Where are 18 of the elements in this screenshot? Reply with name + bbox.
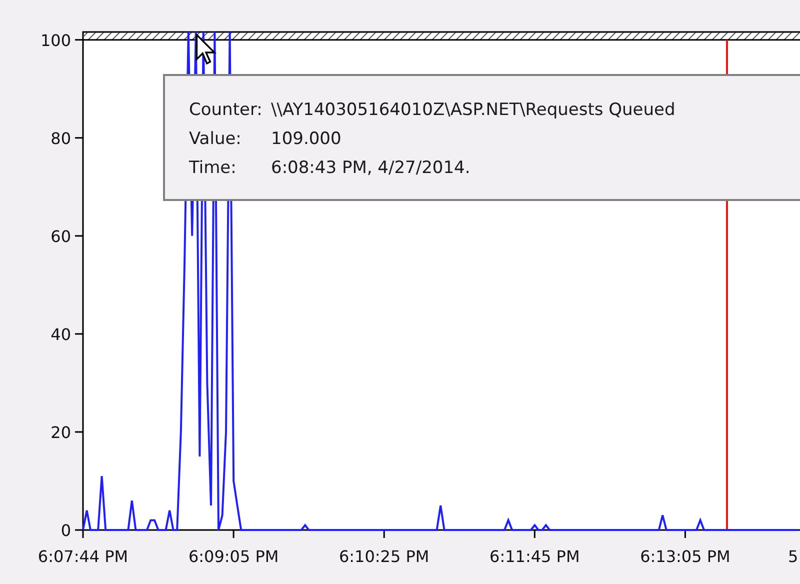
tooltip-label: Time: xyxy=(189,157,238,180)
y-tick-label: 0 xyxy=(60,521,71,540)
x-tick-label: 6:07:44 PM xyxy=(38,547,128,566)
x-tick-label: 6:11:45 PM xyxy=(490,547,580,566)
y-tick-label: 40 xyxy=(50,324,71,344)
tooltip-label: Value: xyxy=(189,128,242,151)
x-tick-label: 6:10:25 PM xyxy=(339,547,430,566)
tooltip-label: Counter: xyxy=(189,99,264,122)
x-tick-label: 6:09:05 PM xyxy=(188,547,279,566)
tooltip-value: 109.000 xyxy=(271,128,342,151)
y-tick-label: 100 xyxy=(40,30,71,50)
y-tick-label: 60 xyxy=(50,226,71,246)
x-tick-label: 6:13:05 PM xyxy=(640,547,730,566)
tooltip-value: 6:08:43 PM, 4/27/2014. xyxy=(271,157,470,180)
x-tick-label: 5 xyxy=(788,547,798,566)
y-tick-label: 80 xyxy=(50,128,71,148)
tooltip-value: \\AY140305164010Z\ASP.NET\Requests Queued xyxy=(271,99,676,122)
y-tick-label: 20 xyxy=(50,422,71,442)
